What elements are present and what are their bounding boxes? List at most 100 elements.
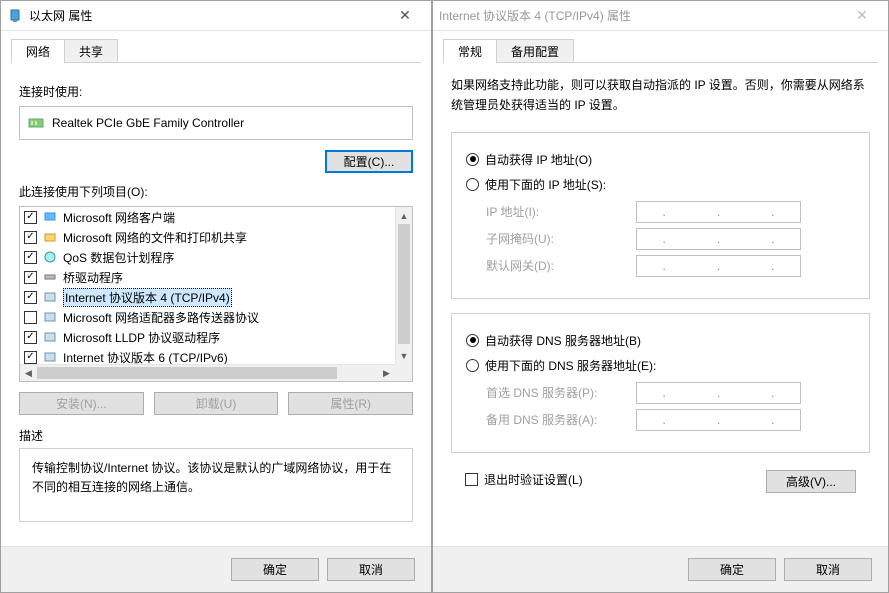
radio-label: 自动获得 DNS 服务器地址(B)	[485, 332, 641, 349]
list-item[interactable]: ✓ Microsoft 网络的文件和打印机共享	[20, 227, 395, 247]
nic-icon	[28, 115, 44, 131]
component-icon	[42, 269, 58, 285]
properties-button[interactable]: 属性(R)	[288, 392, 413, 415]
checkbox-icon[interactable]: ✓	[24, 211, 37, 224]
tab-network[interactable]: 网络	[11, 39, 65, 63]
items-label: 此连接使用下列项目(O):	[19, 183, 413, 200]
adapter-field: Realtek PCIe GbE Family Controller	[19, 106, 413, 140]
radio-icon	[466, 153, 479, 166]
checkbox-icon[interactable]: ✓	[24, 351, 37, 364]
info-text: 如果网络支持此功能，则可以获取自动指派的 IP 设置。否则，你需要从网络系统管理…	[451, 75, 870, 116]
radio-icon	[466, 359, 479, 372]
dialog-footer: 确定 取消	[433, 546, 888, 592]
component-icon	[42, 349, 58, 364]
radio-label: 使用下面的 DNS 服务器地址(E):	[485, 357, 656, 374]
component-icon	[42, 209, 58, 225]
titlebar[interactable]: Internet 协议版本 4 (TCP/IPv4) 属性 ✕	[433, 1, 888, 31]
radio-dns-manual[interactable]: 使用下面的 DNS 服务器地址(E):	[466, 357, 855, 374]
adapter-name: Realtek PCIe GbE Family Controller	[52, 116, 244, 130]
list-item[interactable]: ✓ Internet 协议版本 4 (TCP/IPv4)	[20, 287, 395, 307]
component-icon	[42, 329, 58, 345]
list-item[interactable]: ✓ Microsoft 网络客户端	[20, 207, 395, 227]
network-icon	[7, 8, 23, 24]
scroll-left-arrow[interactable]: ◀	[20, 365, 37, 382]
scroll-down-arrow[interactable]: ▼	[396, 347, 412, 364]
checkbox-icon[interactable]: ✓	[24, 251, 37, 264]
scroll-right-arrow[interactable]: ▶	[378, 365, 395, 382]
scroll-thumb-v[interactable]	[398, 224, 410, 344]
component-icon	[42, 249, 58, 265]
radio-ip-manual[interactable]: 使用下面的 IP 地址(S):	[466, 176, 855, 193]
dns-group: 自动获得 DNS 服务器地址(B) 使用下面的 DNS 服务器地址(E): 首选…	[451, 313, 870, 453]
dialog-title: 以太网 属性	[29, 7, 385, 24]
close-button[interactable]: ✕	[842, 2, 882, 30]
dns2-input: ...	[636, 409, 801, 431]
dialog-title: Internet 协议版本 4 (TCP/IPv4) 属性	[439, 7, 842, 24]
subnet-mask-label: 子网掩码(U):	[486, 230, 636, 247]
install-button[interactable]: 安装(N)...	[19, 392, 144, 415]
uninstall-button[interactable]: 卸载(U)	[154, 392, 279, 415]
radio-label: 自动获得 IP 地址(O)	[485, 151, 592, 168]
validate-checkbox[interactable]: 退出时验证设置(L)	[465, 471, 583, 488]
tab-share[interactable]: 共享	[64, 39, 118, 63]
checkbox-icon[interactable]	[24, 311, 37, 324]
ip-address-label: IP 地址(I):	[486, 203, 636, 220]
gateway-input: ...	[636, 255, 801, 277]
item-label: Internet 协议版本 6 (TCP/IPv6)	[63, 349, 228, 365]
radio-icon	[466, 334, 479, 347]
configure-button[interactable]: 配置(C)...	[325, 150, 413, 173]
checkbox-icon[interactable]: ✓	[24, 331, 37, 344]
dialog-footer: 确定 取消	[1, 546, 431, 592]
cancel-button[interactable]: 取消	[784, 558, 872, 581]
subnet-mask-input: ...	[636, 228, 801, 250]
cancel-button[interactable]: 取消	[327, 558, 415, 581]
dns2-label: 备用 DNS 服务器(A):	[486, 411, 636, 428]
radio-dns-auto[interactable]: 自动获得 DNS 服务器地址(B)	[466, 332, 855, 349]
horizontal-scrollbar[interactable]: ◀ ▶	[20, 364, 395, 381]
ip-address-input: ...	[636, 201, 801, 223]
checkbox-icon	[465, 473, 478, 486]
close-button[interactable]: ✕	[385, 2, 425, 30]
connect-using-label: 连接时使用:	[19, 83, 413, 100]
list-item[interactable]: ✓ QoS 数据包计划程序	[20, 247, 395, 267]
list-item[interactable]: ✓ Internet 协议版本 6 (TCP/IPv6)	[20, 347, 395, 364]
advanced-button[interactable]: 高级(V)...	[766, 470, 856, 493]
checkbox-icon[interactable]: ✓	[24, 291, 37, 304]
list-item[interactable]: ✓ Microsoft LLDP 协议驱动程序	[20, 327, 395, 347]
description-text: 传输控制协议/Internet 协议。该协议是默认的广域网络协议，用于在不同的相…	[19, 448, 413, 522]
list-item[interactable]: ✓ 桥驱动程序	[20, 267, 395, 287]
ethernet-properties-dialog: 以太网 属性 ✕ 网络 共享 连接时使用: Realtek PCIe GbE F…	[0, 0, 432, 593]
ok-button[interactable]: 确定	[231, 558, 319, 581]
checkbox-icon[interactable]: ✓	[24, 271, 37, 284]
checkbox-icon[interactable]: ✓	[24, 231, 37, 244]
item-label: QoS 数据包计划程序	[63, 249, 174, 266]
scroll-up-arrow[interactable]: ▲	[396, 207, 412, 224]
item-label: 桥驱动程序	[63, 269, 123, 286]
item-label: Internet 协议版本 4 (TCP/IPv4)	[63, 288, 232, 307]
dns1-input: ...	[636, 382, 801, 404]
scroll-thumb-h[interactable]	[37, 367, 337, 379]
ip-group: 自动获得 IP 地址(O) 使用下面的 IP 地址(S): IP 地址(I): …	[451, 132, 870, 299]
tab-general[interactable]: 常规	[443, 39, 497, 63]
description-label: 描述	[19, 427, 413, 444]
tabs: 常规 备用配置	[443, 39, 878, 63]
item-label: Microsoft 网络客户端	[63, 209, 175, 226]
dns1-label: 首选 DNS 服务器(P):	[486, 384, 636, 401]
components-list[interactable]: ✓ Microsoft 网络客户端 ✓ Microsoft 网络的文件和打印机共享 ✓ Q…	[19, 206, 413, 382]
radio-label: 使用下面的 IP 地址(S):	[485, 176, 606, 193]
ok-button[interactable]: 确定	[688, 558, 776, 581]
item-label: Microsoft 网络适配器多路传送器协议	[63, 309, 259, 326]
vertical-scrollbar[interactable]: ▲ ▼	[395, 207, 412, 364]
radio-ip-auto[interactable]: 自动获得 IP 地址(O)	[466, 151, 855, 168]
titlebar[interactable]: 以太网 属性 ✕	[1, 1, 431, 31]
component-icon	[42, 229, 58, 245]
tabs: 网络 共享	[11, 39, 421, 63]
tab-alternate[interactable]: 备用配置	[496, 39, 574, 63]
list-item[interactable]: Microsoft 网络适配器多路传送器协议	[20, 307, 395, 327]
validate-label: 退出时验证设置(L)	[484, 471, 583, 488]
component-icon	[42, 289, 58, 305]
item-label: Microsoft 网络的文件和打印机共享	[63, 229, 247, 246]
ipv4-properties-dialog: Internet 协议版本 4 (TCP/IPv4) 属性 ✕ 常规 备用配置 …	[432, 0, 889, 593]
radio-icon	[466, 178, 479, 191]
item-label: Microsoft LLDP 协议驱动程序	[63, 329, 220, 346]
